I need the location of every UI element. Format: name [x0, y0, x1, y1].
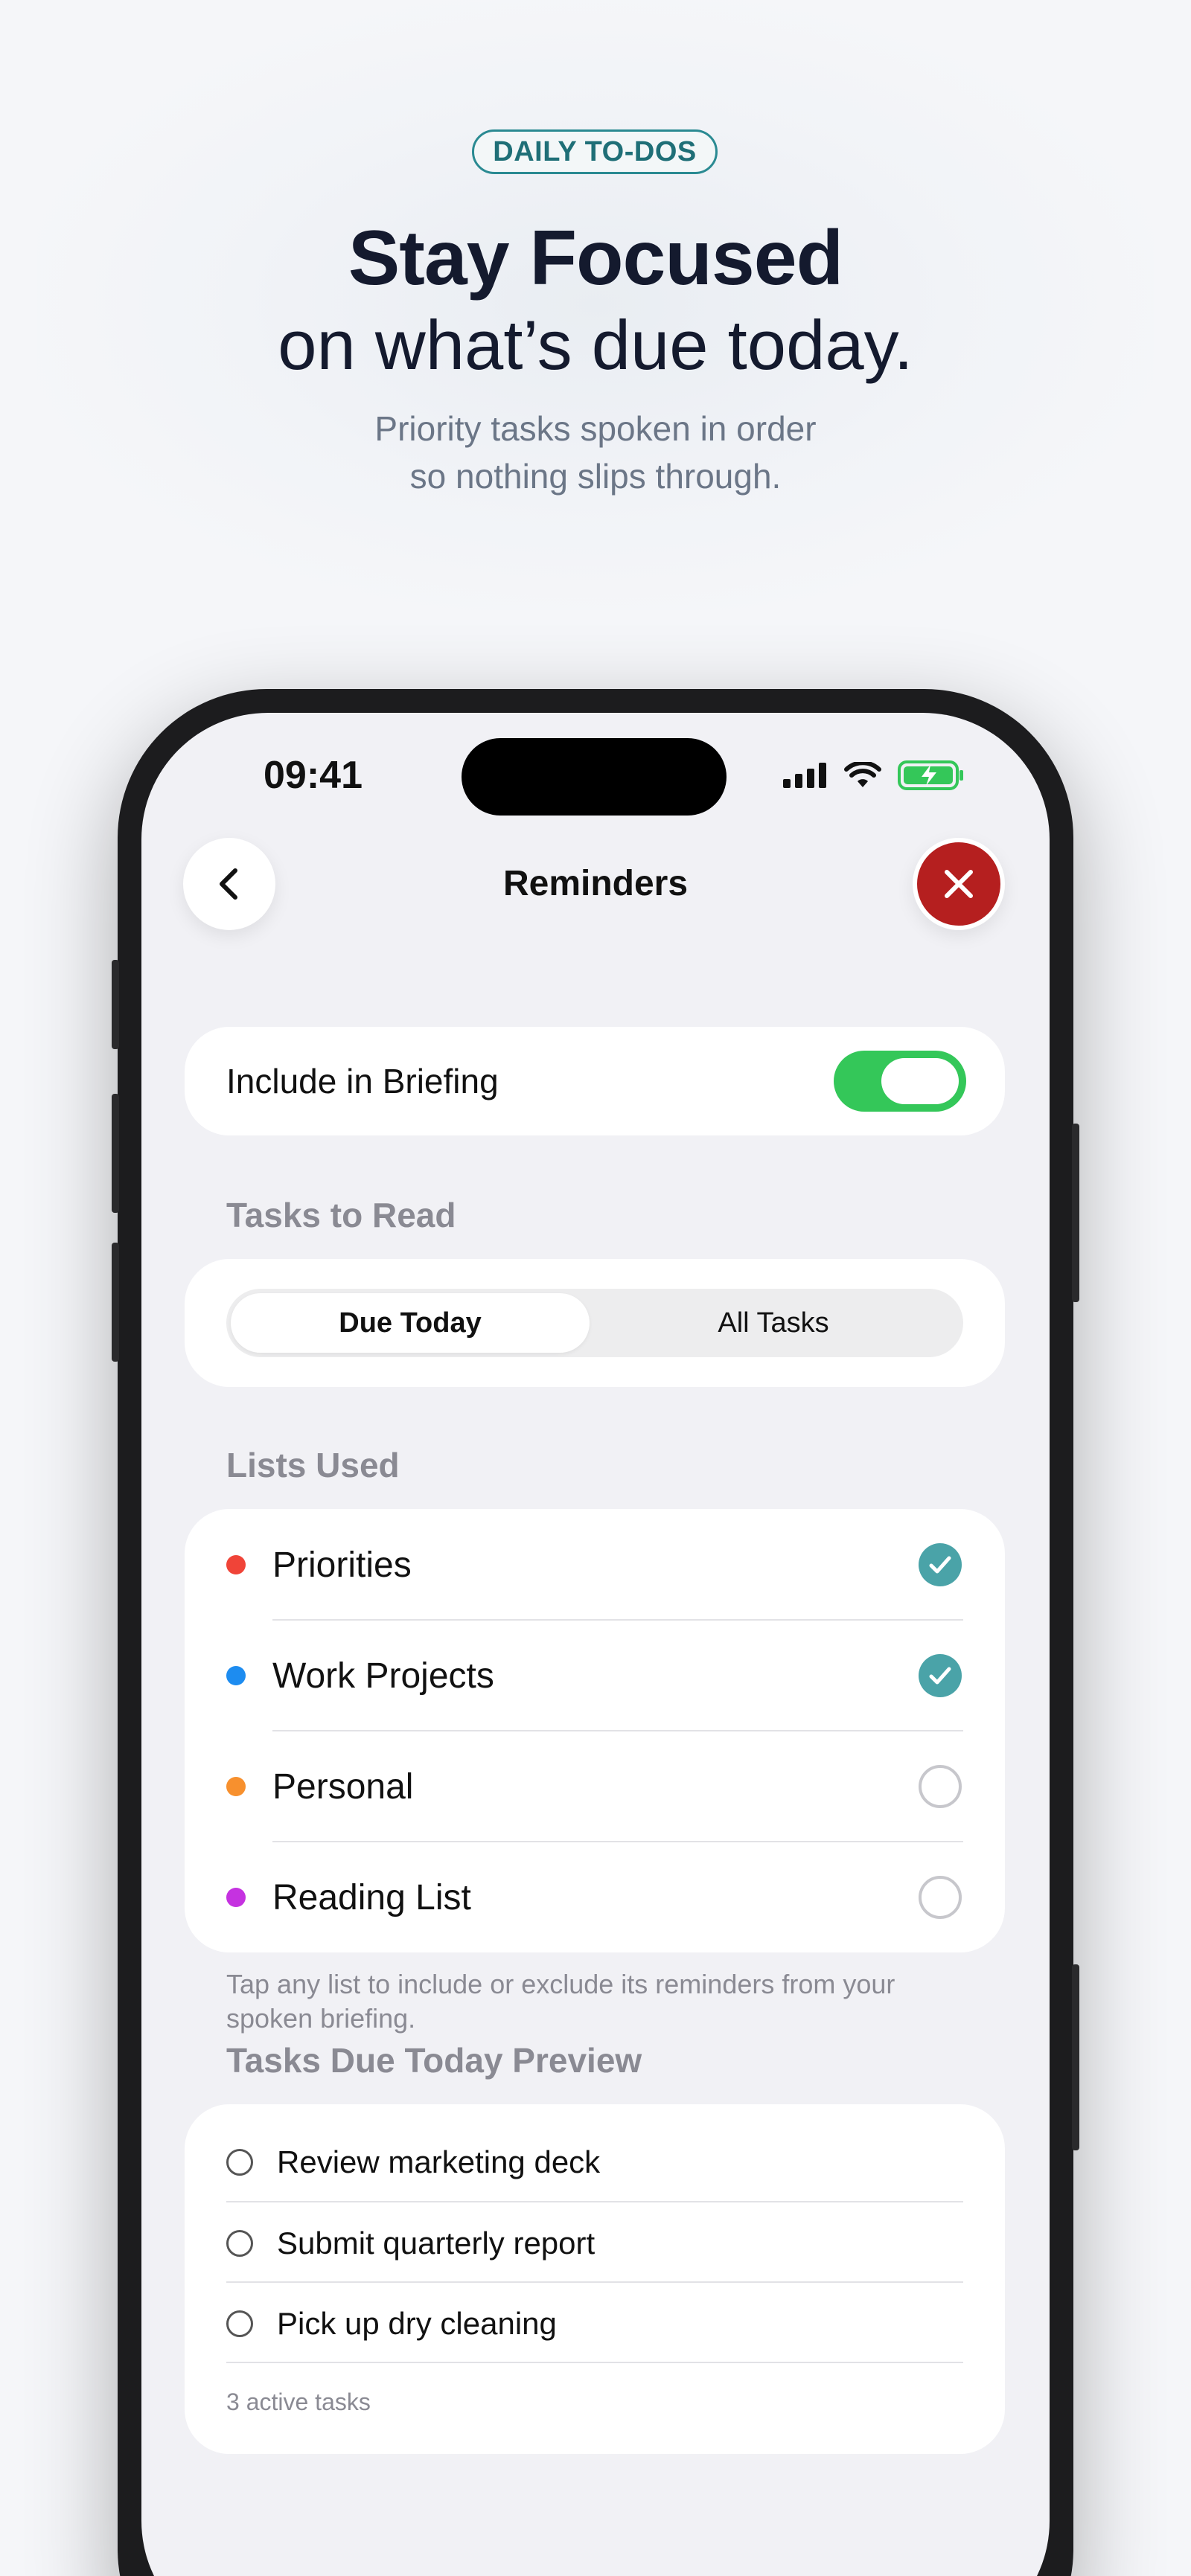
list-checkbox-checked[interactable] — [919, 1543, 962, 1586]
task-count: 3 active tasks — [226, 2388, 371, 2415]
divider — [226, 2362, 963, 2363]
lists-card: Priorities Work Projects Personal Readin… — [185, 1509, 1005, 1952]
section-label-preview: Tasks Due Today Preview — [226, 2041, 642, 2080]
list-color-dot — [226, 1666, 246, 1685]
preview-card: Review marketing deck Submit quarterly r… — [185, 2104, 1005, 2454]
segment-due-today[interactable]: Due Today — [231, 1293, 590, 1353]
list-item-personal[interactable]: Personal — [185, 1731, 1005, 1842]
phone-mute-switch — [112, 960, 119, 1049]
category-badge: DAILY TO-DOS — [472, 129, 718, 174]
task-item[interactable]: Review marketing deck — [226, 2119, 963, 2199]
phone-volume-down — [112, 1243, 119, 1362]
list-item-reading-list[interactable]: Reading List — [185, 1842, 1005, 1952]
list-checkbox-checked[interactable] — [919, 1654, 962, 1697]
hero-subtitle-line2: so nothing slips through. — [409, 457, 782, 496]
task-name: Pick up dry cleaning — [277, 2306, 557, 2341]
close-button[interactable] — [913, 838, 1005, 930]
briefing-card: Include in Briefing — [185, 1027, 1005, 1135]
segmented-control: Due Today All Tasks — [226, 1289, 963, 1357]
headline-secondary: on what’s due today. — [278, 306, 913, 384]
briefing-toggle[interactable] — [834, 1051, 966, 1112]
list-item-priorities[interactable]: Priorities — [185, 1509, 1005, 1620]
task-name: Review marketing deck — [277, 2144, 601, 2179]
briefing-label: Include in Briefing — [226, 1062, 499, 1100]
task-circle-icon[interactable] — [226, 2310, 253, 2337]
list-checkbox-unchecked[interactable] — [919, 1876, 962, 1919]
list-checkbox-unchecked[interactable] — [919, 1765, 962, 1808]
task-item[interactable]: Submit quarterly report — [226, 2200, 963, 2281]
status-time: 09:41 — [264, 754, 363, 797]
checkmark-icon — [929, 1556, 951, 1574]
task-circle-icon[interactable] — [226, 2149, 253, 2176]
list-name: Work Projects — [272, 1656, 494, 1696]
phone-side-button — [1072, 1964, 1079, 2150]
toggle-knob — [881, 1058, 959, 1104]
task-circle-icon[interactable] — [226, 2230, 253, 2257]
lists-hint: Tap any list to include or exclude its r… — [226, 1969, 895, 2034]
segment-all-tasks[interactable]: All Tasks — [594, 1293, 953, 1353]
dynamic-island — [462, 738, 727, 816]
task-item[interactable]: Pick up dry cleaning — [226, 2281, 963, 2361]
headline: Stay Focused — [348, 215, 843, 301]
list-item-work-projects[interactable]: Work Projects — [185, 1620, 1005, 1731]
wifi-icon — [844, 762, 881, 787]
checkmark-icon — [929, 1667, 951, 1685]
phone-power-button — [1072, 1124, 1079, 1302]
task-name: Submit quarterly report — [277, 2226, 596, 2261]
battery-charging-icon — [898, 760, 963, 790]
hero-subtitle-line1: Priority tasks spoken in order — [374, 409, 817, 448]
section-label-lists-used: Lists Used — [226, 1446, 400, 1484]
list-color-dot — [226, 1888, 246, 1907]
hero-subtitle: Priority tasks spoken in order so nothin… — [0, 405, 1191, 500]
list-color-dot — [226, 1777, 246, 1796]
phone-volume-up — [112, 1094, 119, 1213]
list-name: Reading List — [272, 1878, 471, 1917]
status-icons — [783, 757, 965, 793]
list-color-dot — [226, 1555, 246, 1574]
list-name: Priorities — [272, 1545, 412, 1585]
cellular-signal-icon — [783, 763, 826, 788]
section-label-tasks-to-read: Tasks to Read — [226, 1196, 456, 1234]
close-icon — [945, 870, 973, 898]
list-name: Personal — [272, 1767, 414, 1807]
app-screen: 09:41 Reminders Include in Briefing Task… — [141, 713, 1050, 2576]
tasks-to-read-card: Due Today All Tasks — [185, 1259, 1005, 1387]
